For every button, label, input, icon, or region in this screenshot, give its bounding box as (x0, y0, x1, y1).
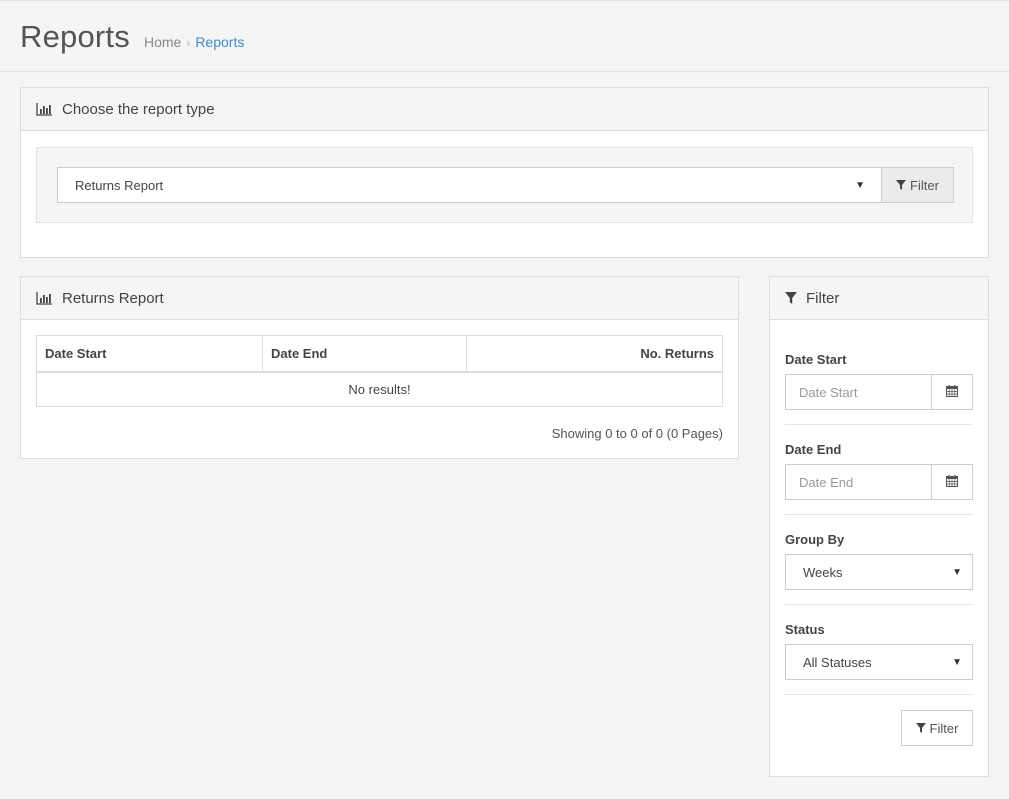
returns-report-panel-title: Returns Report (62, 289, 164, 307)
table-row: No results! (36, 371, 723, 407)
returns-report-panel-heading: Returns Report (21, 277, 738, 320)
date-end-label: Date End (785, 442, 842, 457)
filter-panel-title: Filter (806, 289, 840, 307)
date-start-calendar-button[interactable] (932, 374, 973, 410)
column-header-date-end[interactable]: Date End (262, 335, 467, 373)
breadcrumb-separator: › (186, 36, 191, 50)
caret-down-icon: ▼ (952, 656, 962, 668)
report-type-filter-label: Filter (910, 177, 939, 193)
report-type-well: Returns Report ▼ Filter (36, 147, 973, 223)
caret-down-icon: ▼ (952, 566, 962, 578)
returns-report-panel: Returns Report Date Start Date End No. R… (20, 276, 739, 459)
page-title: Reports (20, 19, 130, 54)
filter-icon (896, 178, 907, 193)
divider (785, 514, 973, 515)
status-select[interactable]: All Statuses ▼ (785, 644, 973, 680)
filter-panel: Filter Date Start Date Start Date End Da… (769, 276, 989, 777)
divider (785, 424, 973, 425)
status-group: Status All Statuses ▼ (785, 622, 973, 680)
page-header: Reports Home › Reports (0, 1, 1009, 72)
caret-down-icon: ▼ (855, 179, 865, 191)
group-by-label: Group By (785, 532, 845, 547)
breadcrumb-reports-link[interactable]: Reports (195, 34, 244, 50)
date-start-label: Date Start (785, 352, 847, 367)
date-start-group: Date Start Date Start (785, 352, 973, 410)
no-results-message: No results! (36, 371, 723, 407)
filter-submit-label: Filter (929, 720, 959, 736)
divider (785, 694, 973, 695)
date-end-calendar-button[interactable] (932, 464, 973, 500)
report-type-select[interactable]: Returns Report ▼ (57, 167, 882, 203)
filter-panel-heading: Filter (770, 277, 988, 320)
bar-chart-icon (36, 102, 53, 116)
breadcrumb-home-link[interactable]: Home (144, 34, 181, 50)
filter-icon (915, 721, 926, 736)
report-type-panel: Choose the report type Returns Report ▼ … (20, 87, 989, 258)
calendar-icon (946, 384, 958, 400)
filter-icon (785, 292, 797, 304)
returns-table: Date Start Date End No. Returns No resul… (36, 335, 723, 407)
status-select-value: All Statuses (803, 654, 872, 670)
date-end-input[interactable]: Date End (785, 464, 932, 500)
pagination-text: Showing 0 to 0 of 0 (0 Pages) (551, 426, 723, 441)
group-by-group: Group By Weeks ▼ (785, 532, 973, 590)
date-end-group: Date End Date End (785, 442, 973, 500)
date-start-input[interactable]: Date Start (785, 374, 932, 410)
report-type-select-value: Returns Report (75, 177, 164, 193)
group-by-select[interactable]: Weeks ▼ (785, 554, 973, 590)
calendar-icon (946, 474, 958, 490)
report-type-panel-title: Choose the report type (62, 100, 215, 118)
bar-chart-icon (36, 291, 53, 305)
report-type-panel-heading: Choose the report type (21, 88, 988, 131)
status-label: Status (785, 622, 825, 637)
filter-submit-button[interactable]: Filter (901, 710, 973, 746)
column-header-no-returns[interactable]: No. Returns (466, 335, 723, 373)
table-header-row: Date Start Date End No. Returns (36, 335, 723, 373)
breadcrumb: Home › Reports (144, 34, 244, 50)
divider (785, 604, 973, 605)
report-type-filter-button[interactable]: Filter (881, 167, 954, 203)
column-header-date-start[interactable]: Date Start (36, 335, 263, 373)
group-by-select-value: Weeks (803, 564, 843, 580)
